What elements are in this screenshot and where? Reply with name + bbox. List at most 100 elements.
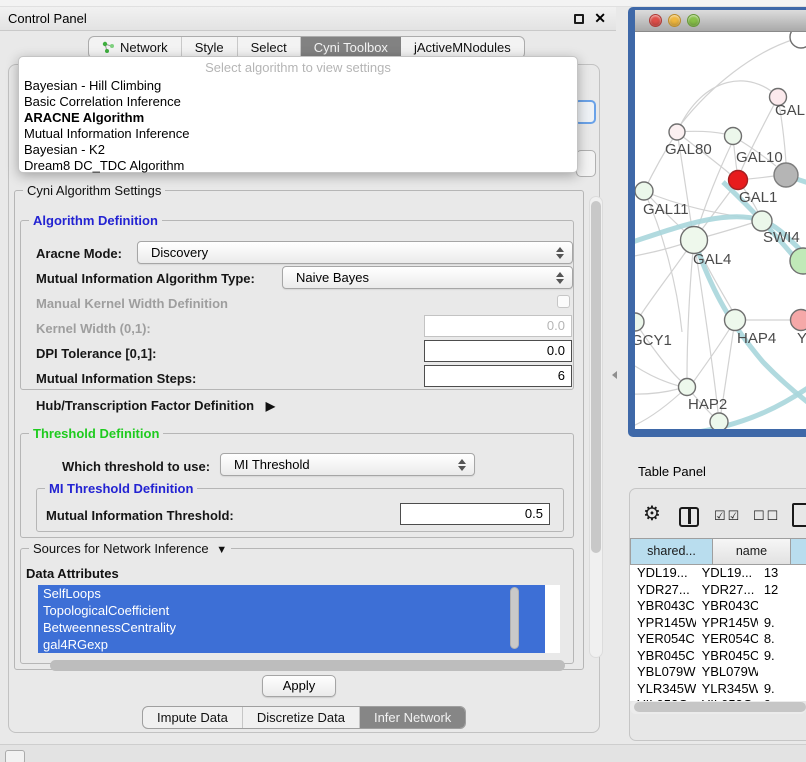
- table-cell: 9.: [758, 648, 806, 665]
- network-edge[interactable]: [677, 81, 778, 132]
- export-table-icon[interactable]: [792, 503, 806, 527]
- combo-arrows-icon: [458, 458, 466, 472]
- aracne-mode-combo[interactable]: Discovery: [137, 241, 573, 264]
- mi-algorithm-type-combo[interactable]: Naive Bayes: [282, 266, 573, 289]
- aracne-mode-label: Aracne Mode:: [36, 246, 122, 261]
- table-row[interactable]: YER054CYER054C8.: [630, 631, 806, 648]
- algorithm-option[interactable]: Bayesian - Hill Climbing: [19, 78, 577, 94]
- table-cell: YBR045C: [696, 648, 758, 665]
- split-pane-collapse-arrow[interactable]: [612, 371, 617, 379]
- algorithm-option-highlighted[interactable]: ARACNE Algorithm: [19, 110, 577, 126]
- table-cell: YBR043C: [630, 598, 696, 615]
- network-edge[interactable]: [635, 362, 679, 386]
- float-window-icon[interactable]: [574, 14, 584, 24]
- column-header-clipped[interactable]: A: [790, 538, 806, 565]
- mi-threshold-field[interactable]: 0.5: [400, 503, 550, 525]
- table-row[interactable]: YBL079WYBL079W: [630, 664, 806, 681]
- algorithm-option[interactable]: Mutual Information Inference: [19, 126, 577, 142]
- manual-kernel-width-checkbox[interactable]: [557, 295, 570, 308]
- table-cell: YER054C: [630, 631, 696, 648]
- table-row[interactable]: YBR045CYBR045C9.: [630, 648, 806, 665]
- tab-cyni-toolbox[interactable]: Cyni Toolbox: [301, 37, 401, 58]
- network-node[interactable]: [725, 128, 742, 145]
- minimize-traffic-light-icon[interactable]: [668, 14, 681, 27]
- tab-jactivemnodules[interactable]: jActiveMNodules: [401, 37, 524, 58]
- tab-style[interactable]: Style: [182, 37, 238, 58]
- status-strip: [0, 744, 806, 762]
- hub-tf-definition-toggle[interactable]: Hub/Transcription Factor Definition ▶: [36, 398, 275, 413]
- mi-steps-field[interactable]: 6: [424, 365, 572, 387]
- algorithm-option[interactable]: Dream8 DC_TDC Algorithm: [19, 158, 577, 174]
- network-node[interactable]: [774, 163, 798, 187]
- tab-discretize-data[interactable]: Discretize Data: [243, 707, 360, 728]
- settings-vertical-scrollbar-thumb[interactable]: [591, 201, 601, 553]
- network-node[interactable]: [669, 124, 685, 140]
- network-node[interactable]: [679, 379, 696, 396]
- which-threshold-combo[interactable]: MI Threshold: [220, 453, 475, 476]
- tab-label: Network: [120, 40, 168, 55]
- algorithm-option[interactable]: Basic Correlation Inference: [19, 94, 577, 110]
- network-node-label: GAL10: [736, 149, 783, 166]
- sources-group-toggle[interactable]: Sources for Network Inference ▼: [29, 541, 231, 556]
- network-edge[interactable]: [635, 389, 678, 394]
- table-cell: YBL079W: [630, 664, 696, 681]
- list-item-selected[interactable]: gal4RGexp: [38, 636, 545, 653]
- tab-select[interactable]: Select: [238, 37, 301, 58]
- network-node[interactable]: [681, 227, 708, 254]
- network-canvas[interactable]: GALGAL80GAL10GAL1SWI4GAL11GAL4GCY1HAP4YH…: [635, 32, 806, 429]
- tab-impute-data[interactable]: Impute Data: [143, 707, 243, 728]
- control-panel-titlebar: Control Panel ✕: [0, 7, 616, 31]
- tab-network[interactable]: Network: [89, 37, 182, 58]
- table-horizontal-scrollbar-thumb[interactable]: [634, 702, 806, 712]
- apply-button[interactable]: Apply: [262, 675, 336, 697]
- tab-label: jActiveMNodules: [414, 40, 511, 55]
- network-node-label: HAP2: [688, 396, 727, 413]
- network-edge-highlighted[interactable]: [635, 217, 806, 278]
- table-header-row: shared... name A: [630, 538, 806, 565]
- network-node[interactable]: [790, 32, 806, 48]
- table-row[interactable]: YBR043CYBR043C: [630, 598, 806, 615]
- list-item-selected[interactable]: BetweennessCentrality: [38, 619, 545, 636]
- list-item-selected[interactable]: SelfLoops: [38, 585, 545, 602]
- column-header-shared-name[interactable]: shared...: [630, 538, 712, 565]
- network-node[interactable]: [791, 310, 806, 331]
- expand-right-icon: ▶: [266, 399, 275, 413]
- network-node[interactable]: [635, 182, 653, 200]
- table-row[interactable]: YDR27...YDR27...12: [630, 582, 806, 599]
- table-cell: YDL19...: [696, 565, 758, 582]
- network-window-titlebar[interactable]: [635, 10, 806, 32]
- table-settings-gear-icon[interactable]: ⚙: [643, 503, 661, 525]
- table-cell: [758, 664, 806, 681]
- dpi-tolerance-label: DPI Tolerance [0,1]:: [36, 346, 156, 361]
- column-visibility-icon[interactable]: [679, 507, 699, 527]
- network-node[interactable]: [729, 171, 748, 190]
- close-icon[interactable]: ✕: [594, 10, 606, 27]
- aracne-mode-value: Discovery: [151, 245, 208, 260]
- network-node-label: SWI4: [763, 229, 800, 246]
- table-row[interactable]: YDL19...YDL19...13: [630, 565, 806, 582]
- network-node-label: GAL: [775, 102, 805, 119]
- algorithm-option[interactable]: Bayesian - K2: [19, 142, 577, 158]
- network-edge[interactable]: [635, 322, 681, 381]
- column-header-name[interactable]: name: [712, 538, 790, 565]
- select-all-checkboxes-icon[interactable]: ☑☑: [714, 508, 741, 524]
- kernel-width-field[interactable]: 0.0: [424, 315, 572, 337]
- network-node[interactable]: [752, 211, 772, 231]
- network-node[interactable]: [710, 413, 728, 429]
- tab-infer-network[interactable]: Infer Network: [360, 707, 465, 728]
- minimized-panel-button[interactable]: [5, 750, 25, 762]
- list-scrollbar-thumb[interactable]: [510, 587, 519, 649]
- dpi-tolerance-field[interactable]: 0.0: [424, 340, 572, 362]
- network-node-label: GAL11: [643, 201, 689, 218]
- table-row[interactable]: YLR345WYLR345W9.: [630, 681, 806, 698]
- zoom-traffic-light-icon[interactable]: [687, 14, 700, 27]
- data-attributes-label: Data Attributes: [26, 566, 119, 581]
- tab-label: Cyni Toolbox: [314, 40, 388, 55]
- network-node[interactable]: [725, 310, 746, 331]
- network-node[interactable]: [635, 313, 644, 331]
- settings-horizontal-scrollbar-thumb[interactable]: [50, 660, 565, 671]
- list-item-selected[interactable]: TopologicalCoefficient: [38, 602, 545, 619]
- deselect-all-checkboxes-icon[interactable]: ☐☐: [753, 508, 780, 524]
- table-row[interactable]: YPR145WYPR145W9.: [630, 615, 806, 632]
- close-traffic-light-icon[interactable]: [649, 14, 662, 27]
